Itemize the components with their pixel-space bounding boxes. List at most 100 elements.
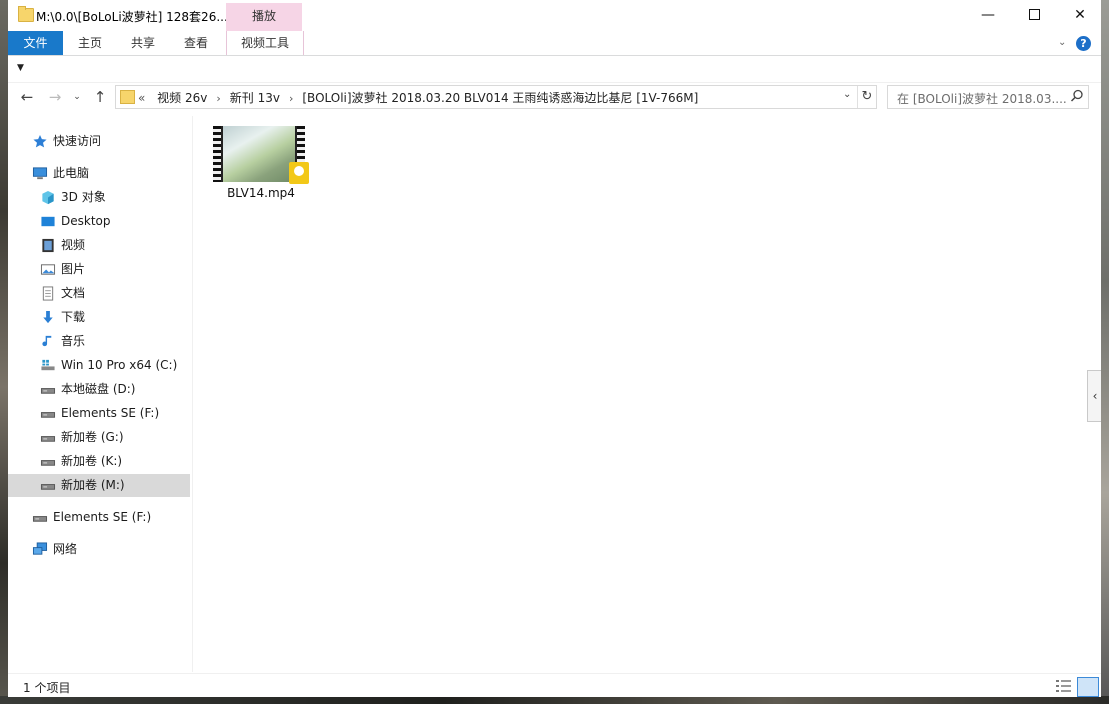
- maximize-button[interactable]: [1011, 0, 1057, 30]
- sidebar-item-label: Desktop: [61, 214, 111, 228]
- expand-ribbon-icon[interactable]: ⌄: [1058, 37, 1066, 48]
- customize-toolbar-icon[interactable]: ▼: [17, 63, 24, 73]
- sidebar-item-label: 快速访问: [53, 134, 102, 148]
- tab-share[interactable]: 共享: [120, 31, 166, 55]
- drive-icon: [40, 412, 56, 418]
- sidebar-item-drive-f[interactable]: Elements SE (F:): [8, 402, 190, 425]
- minimize-button[interactable]: —: [965, 0, 1011, 30]
- sidebar-item-label: Elements SE (F:): [61, 406, 160, 420]
- sidebar-item-label: 图片: [61, 262, 86, 276]
- large-icons-view-icon[interactable]: [1077, 677, 1099, 697]
- breadcrumb-item[interactable]: 新刊 13v: [230, 91, 280, 105]
- sidebar-item-drive-m[interactable]: 新加卷 (M:): [8, 474, 190, 497]
- network-icon: [32, 542, 48, 555]
- quick-access-toolbar: ▼: [8, 56, 1101, 83]
- sidebar-item-label: 视频: [61, 238, 86, 252]
- sidebar-item-drive-k[interactable]: 新加卷 (K:): [8, 450, 190, 473]
- documents-icon: [42, 286, 54, 301]
- video-icon: [42, 238, 54, 253]
- forward-button[interactable]: →: [44, 86, 66, 108]
- folder-icon: [18, 6, 34, 22]
- refresh-button[interactable]: ↻: [857, 86, 876, 108]
- drive-icon: [32, 516, 48, 522]
- sidebar-item-drive-c[interactable]: Win 10 Pro x64 (C:): [8, 354, 190, 377]
- folder-icon: [120, 90, 135, 104]
- breadcrumb: « 视频 26v › 新刊 13v › [BOLOli]波萝社 2018.03.20 B…: [138, 89, 698, 106]
- explorer-window: M:\0.0\[BoLoLi波萝社] 128套26... 播放 — ✕ 文件 主…: [8, 0, 1101, 697]
- address-bar[interactable]: « 视频 26v › 新刊 13v › [BOLOli]波萝社 2018.03.20 B…: [115, 85, 877, 109]
- sidebar-item-3d-objects[interactable]: 3D 对象: [8, 186, 190, 209]
- search-box[interactable]: 在 [BOLOli]波萝社 2018.03....: [887, 85, 1089, 109]
- sidebar-item-drive-g[interactable]: 新加卷 (G:): [8, 426, 190, 449]
- desktop-background-right: [1101, 0, 1109, 704]
- sidebar-item-elements-se[interactable]: Elements SE (F:): [8, 506, 190, 529]
- navigation-bar: ← → ⌄ ↑ « 视频 26v › 新刊 13v › [BOLOli]波萝社 2018…: [8, 84, 1101, 110]
- sidebar-item-label: 音乐: [61, 334, 86, 348]
- close-button[interactable]: ✕: [1057, 0, 1101, 30]
- breadcrumb-item[interactable]: 视频 26v: [157, 91, 207, 105]
- desktop-icon: [41, 216, 55, 227]
- navigation-pane: 快速访问 此电脑 3D 对象 Desktop 视频 图片 文档 下载 音乐 Wi…: [8, 116, 193, 672]
- help-icon[interactable]: ?: [1076, 36, 1091, 51]
- sidebar-item-videos[interactable]: 视频: [8, 234, 190, 257]
- chevron-down-icon[interactable]: ⌄: [843, 89, 851, 100]
- sidebar-item-label: 下载: [61, 310, 86, 324]
- sidebar-item-drive-d[interactable]: 本地磁盘 (D:): [8, 378, 190, 401]
- music-icon: [42, 335, 52, 347]
- sidebar-item-label: 此电脑: [53, 166, 90, 180]
- sidebar-item-this-pc[interactable]: 此电脑: [8, 162, 190, 185]
- window-title: M:\0.0\[BoLoLi波萝社] 128套26...: [36, 10, 228, 24]
- sidebar-item-downloads[interactable]: 下载: [8, 306, 190, 329]
- collapse-preview-button[interactable]: ‹: [1087, 370, 1101, 422]
- file-list: BLV14.mp4: [193, 116, 1101, 672]
- sidebar-item-documents[interactable]: 文档: [8, 282, 190, 305]
- drive-icon: [40, 484, 56, 490]
- pictures-icon: [40, 264, 56, 275]
- player-badge-icon: [289, 162, 309, 184]
- system-drive-icon: [41, 359, 55, 371]
- chevron-right-icon[interactable]: ›: [289, 92, 293, 105]
- drive-icon: [40, 436, 56, 442]
- context-tab-header: 播放: [226, 3, 302, 31]
- sidebar-item-label: 新加卷 (G:): [61, 430, 124, 444]
- ribbon-tabs: 文件 主页 共享 查看 视频工具 ⌄ ?: [8, 31, 1101, 56]
- sidebar-item-label: Win 10 Pro x64 (C:): [61, 358, 178, 372]
- maximize-icon: [1028, 8, 1040, 20]
- sidebar-item-quick-access[interactable]: 快速访问: [8, 130, 190, 153]
- tab-home[interactable]: 主页: [67, 31, 113, 55]
- breadcrumb-overflow[interactable]: «: [138, 91, 145, 105]
- sidebar-item-label: 新加卷 (M:): [61, 478, 125, 492]
- item-count: 1 个项目: [23, 681, 71, 695]
- file-name[interactable]: BLV14.mp4: [213, 186, 309, 200]
- sidebar-item-label: 文档: [61, 286, 86, 300]
- status-bar: 1 个项目: [8, 673, 1101, 697]
- sidebar-item-music[interactable]: 音乐: [8, 330, 190, 353]
- sidebar-item-label: 网络: [53, 542, 78, 556]
- cube-icon: [42, 190, 54, 205]
- recent-locations-button[interactable]: ⌄: [70, 86, 84, 108]
- film-perforation: [213, 126, 221, 182]
- search-icon[interactable]: [1070, 89, 1084, 103]
- up-button[interactable]: ↑: [89, 86, 111, 108]
- sidebar-item-desktop[interactable]: Desktop: [8, 210, 190, 233]
- back-button[interactable]: ←: [16, 86, 38, 108]
- tab-file[interactable]: 文件: [8, 31, 63, 55]
- sidebar-item-label: 3D 对象: [61, 190, 106, 204]
- search-input[interactable]: 在 [BOLOli]波萝社 2018.03....: [897, 90, 1067, 107]
- star-icon: [33, 134, 47, 148]
- title-bar: M:\0.0\[BoLoLi波萝社] 128套26... 播放 — ✕: [8, 0, 1101, 31]
- tab-view[interactable]: 查看: [173, 31, 219, 55]
- breadcrumb-item[interactable]: [BOLOli]波萝社 2018.03.20 BLV014 王雨纯诱惑海边比基尼…: [302, 91, 698, 105]
- chevron-right-icon[interactable]: ›: [216, 92, 220, 105]
- sidebar-item-label: 新加卷 (K:): [61, 454, 123, 468]
- tab-video-tools[interactable]: 视频工具: [226, 31, 304, 55]
- thumbnail-image: [223, 126, 295, 182]
- pc-icon: [32, 167, 48, 180]
- drive-icon: [40, 460, 56, 466]
- sidebar-item-pictures[interactable]: 图片: [8, 258, 190, 281]
- details-view-icon[interactable]: [1055, 678, 1072, 694]
- desktop-background-bottom: [0, 696, 1109, 704]
- download-icon: [43, 310, 53, 324]
- drive-icon: [40, 388, 56, 394]
- sidebar-item-network[interactable]: 网络: [8, 538, 190, 561]
